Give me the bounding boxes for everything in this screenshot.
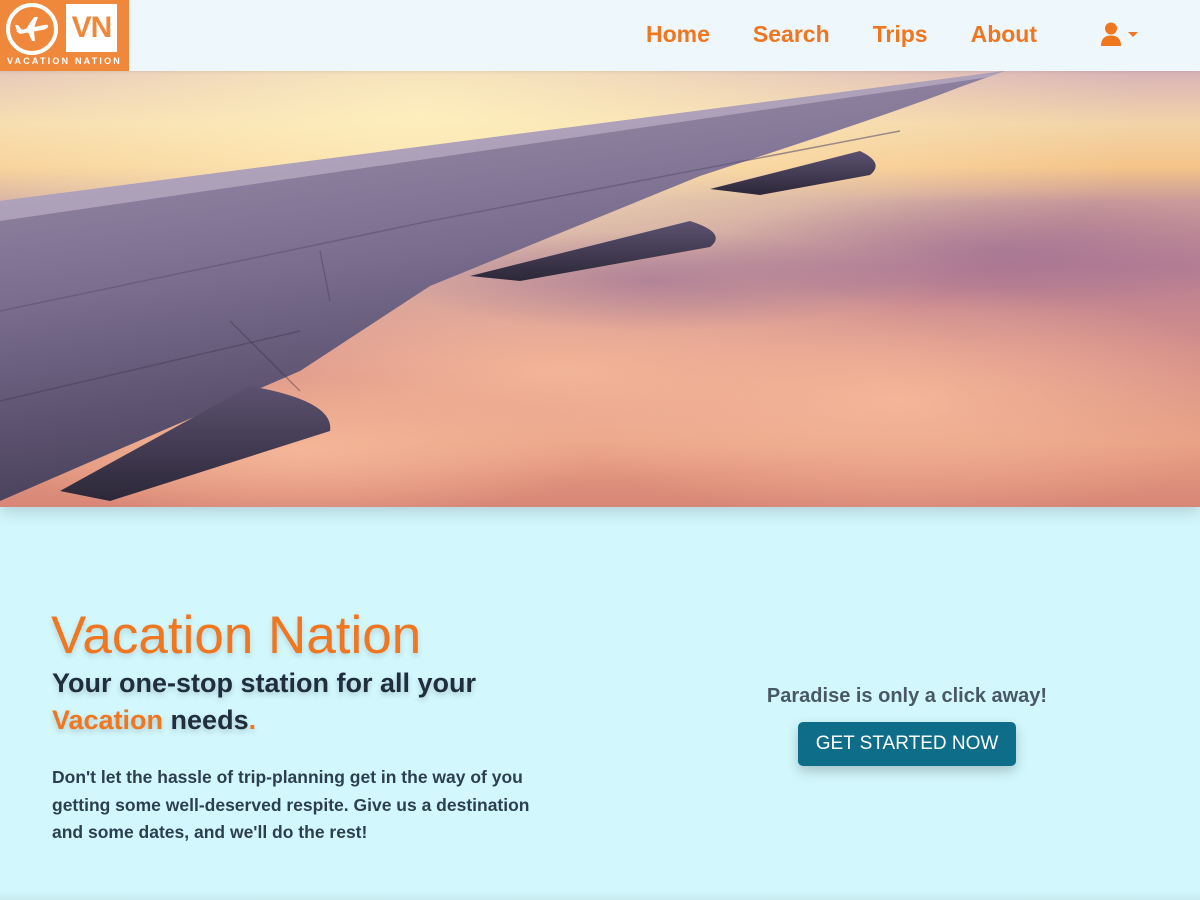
nav-links: Home Search Trips About xyxy=(646,21,1080,48)
tagline: Your one-stop station for all your Vacati… xyxy=(52,665,522,739)
navbar: VN VACATION NATION Home Search Trips Abo… xyxy=(0,0,1200,71)
tagline-text: Your one-stop station for all your xyxy=(52,668,477,698)
logo-letters: VN xyxy=(66,4,117,52)
cta-section: Paradise is only a click away! GET START… xyxy=(700,685,1114,766)
user-menu-toggle[interactable] xyxy=(1100,22,1138,46)
nav-trips-link[interactable]: Trips xyxy=(873,21,928,48)
logo-subtitle: VACATION NATION xyxy=(7,56,122,66)
section-divider xyxy=(0,890,1200,900)
user-icon xyxy=(1101,22,1121,46)
brand-logo[interactable]: VN VACATION NATION xyxy=(0,0,129,71)
page-title: Vacation Nation xyxy=(51,606,422,665)
tagline-accent: Vacation xyxy=(52,705,164,735)
intro-section: Vacation Nation Your one-stop station fo… xyxy=(0,507,1200,900)
get-started-button[interactable]: GET STARTED NOW xyxy=(797,722,1017,766)
description: Don't let the hassle of trip-planning ge… xyxy=(52,767,530,842)
nav-search-link[interactable]: Search xyxy=(753,21,830,48)
cta-text: Paradise is only a click away! xyxy=(766,685,1048,707)
tagline-period: . xyxy=(248,705,257,735)
nav-about-link[interactable]: About xyxy=(971,21,1037,48)
airplane-icon xyxy=(6,3,58,55)
nav-home-link[interactable]: Home xyxy=(646,21,710,48)
tagline-text-end: needs xyxy=(163,705,249,735)
hero-image xyxy=(0,71,1200,507)
caret-down-icon xyxy=(1128,31,1138,37)
